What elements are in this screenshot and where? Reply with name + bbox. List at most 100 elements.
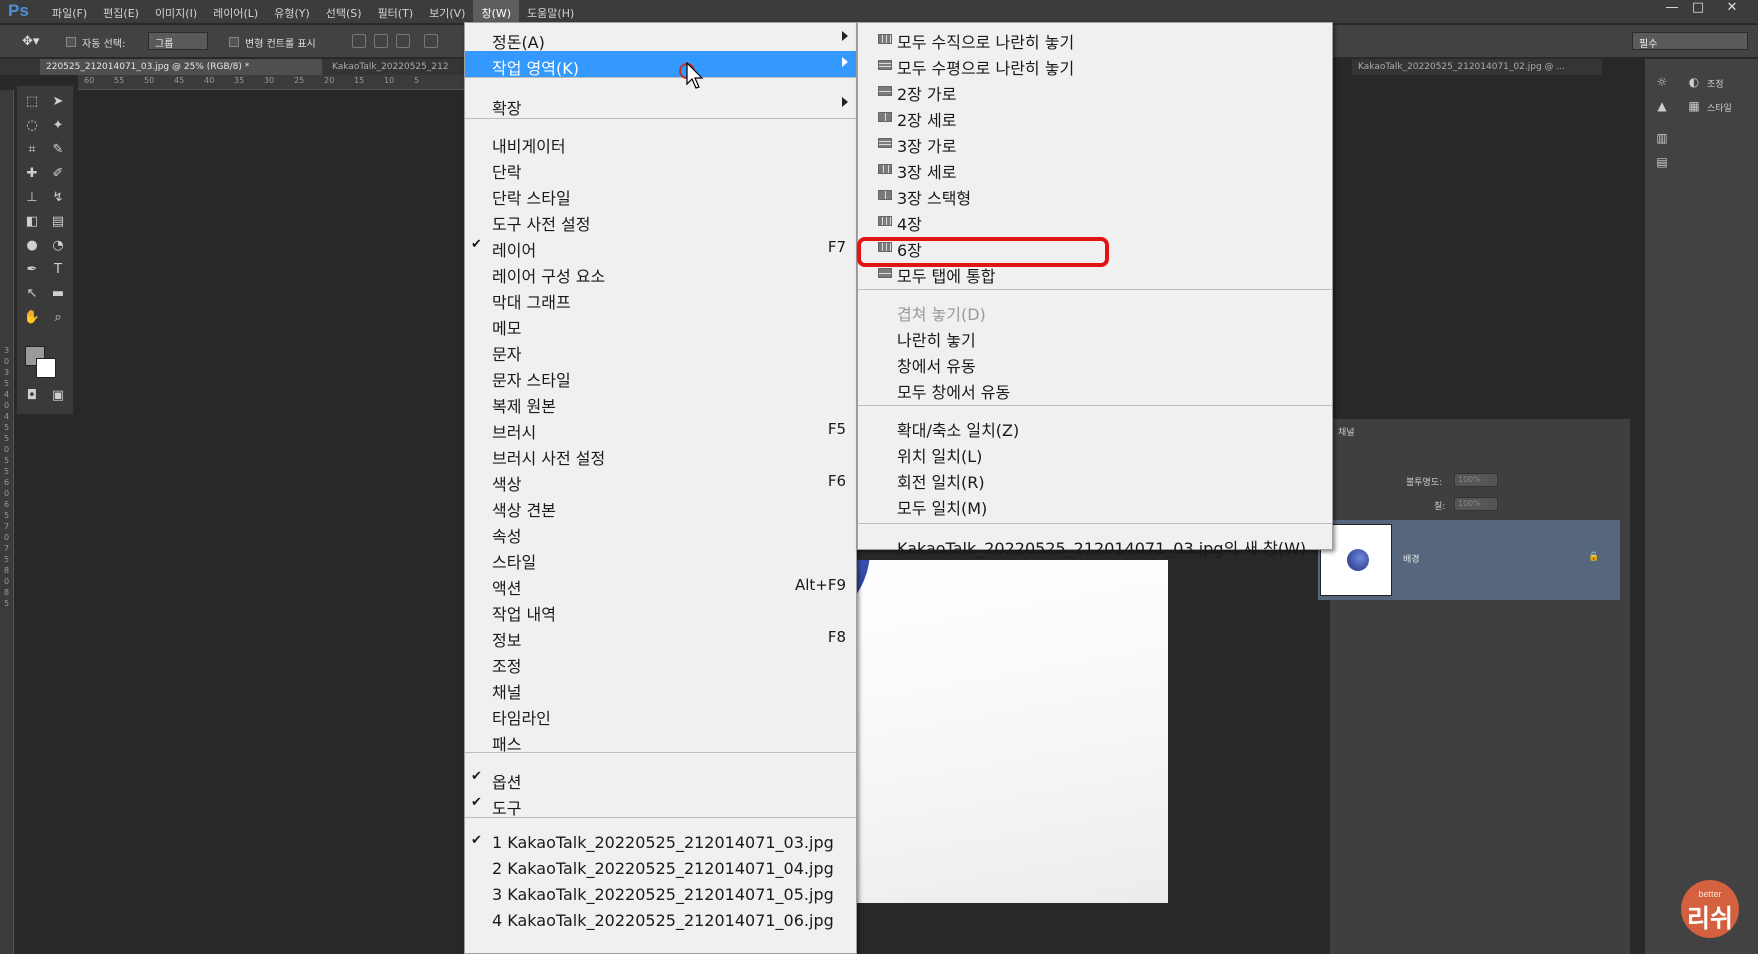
dodge-tool-icon[interactable]: ◔ [47,236,69,256]
style-label[interactable]: 스타일 [1707,101,1732,114]
window-menu-item[interactable]: 액션 Alt+F9 [465,571,856,598]
arrange-menu-item[interactable]: 위치 일치(L) [858,439,1332,466]
arrange-menu-item[interactable]: 2장 세로 [858,103,1332,130]
window-menu-item[interactable]: 스타일 [465,545,856,572]
arrange-menu-item[interactable]: KakaoTalk_20220525_212014071_03.jpg의 새 창… [858,531,1332,558]
fill-input[interactable]: 100% [1454,497,1498,511]
window-menu-item[interactable]: 레이어 구성 요소 [465,259,856,286]
window-menu-item[interactable]: 복제 원본 [465,389,856,416]
menubar-item[interactable]: 보기(V) [421,0,473,24]
screen-mode-icon[interactable]: ▣ [47,386,69,406]
window-menu-item[interactable]: 3 KakaoTalk_20220525_212014071_05.jpg [465,881,856,908]
crop-tool-icon[interactable]: ⌗ [21,140,43,160]
doc-tab-right[interactable]: KakaoTalk_20220525_212014071_02.jpg @ ..… [1352,59,1602,75]
type-tool-icon[interactable]: T [47,260,69,280]
window-menu-item[interactable]: 확장 [465,91,856,118]
doc-tab-active[interactable]: 220525_212014071_03.jpg @ 25% (RGB/8) * [40,59,322,75]
window-menu-item[interactable]: 조정 [465,649,856,676]
window-menu-item[interactable]: 타임라인 [465,701,856,728]
arrange-menu-item[interactable]: 회전 일치(R) [858,465,1332,492]
menubar-item[interactable]: 창(W) [473,0,520,24]
window-menu-item[interactable]: 문자 스타일 [465,363,856,390]
arrange-menu-item[interactable]: 4장 [858,207,1332,234]
arrange-menu-item[interactable]: 3장 스택형 [858,181,1332,208]
adjust-panel-icon[interactable]: ☼ [1655,75,1669,89]
pen-tool-icon[interactable]: ✒ [21,260,43,280]
align-top-icon[interactable] [352,34,366,48]
menubar-item[interactable]: 편집(E) [95,0,147,24]
styles-icon[interactable]: ▦ [1687,99,1701,113]
align-middle-icon[interactable] [374,34,388,48]
menubar-item[interactable]: 도움말(H) [519,0,582,24]
shape-tool-icon[interactable]: ▬ [47,284,69,304]
window-menu-item[interactable]: 막대 그래프 [465,285,856,312]
window-menu-item[interactable]: 정보 F8 [465,623,856,650]
blur-tool-icon[interactable]: ● [21,236,43,256]
transform-checkbox[interactable] [229,37,239,47]
close-button[interactable]: ✕ [1720,0,1744,18]
gradient-tool-icon[interactable]: ▤ [47,212,69,232]
move-tool-icon[interactable]: ✥▾ [22,34,39,49]
window-menu-item[interactable]: 내비게이터 [465,129,856,156]
background-color-swatch[interactable] [36,358,56,378]
workspace-dropdown[interactable]: 필수 [1632,32,1748,50]
window-menu-item[interactable]: 채널 [465,675,856,702]
eyedropper-icon[interactable]: ✎ [47,140,69,160]
history-brush-icon[interactable]: ↯ [47,188,69,208]
align-left-icon[interactable] [424,34,438,48]
window-menu-item[interactable]: 2 KakaoTalk_20220525_212014071_04.jpg [465,855,856,882]
window-menu-item[interactable]: 속성 [465,519,856,546]
window-menu-item[interactable]: 문자 [465,337,856,364]
path-select-icon[interactable]: ↖ [21,284,43,304]
hand-tool-icon[interactable]: ✋ [21,308,43,328]
lasso-tool-icon[interactable]: ◌ [21,116,43,136]
eraser-tool-icon[interactable]: ◧ [21,212,43,232]
histogram-panel-icon[interactable]: ▲ [1655,99,1669,113]
notes-panel-icon[interactable]: ▤ [1655,155,1669,169]
healing-brush-icon[interactable]: ✚ [21,164,43,184]
channel-tab[interactable]: 채널 [1338,425,1355,438]
minimize-button[interactable]: — [1660,0,1684,18]
window-menu-item[interactable]: ✔ 1 KakaoTalk_20220525_212014071_03.jpg [465,829,856,856]
window-menu-item[interactable]: 4 KakaoTalk_20220525_212014071_06.jpg [465,907,856,934]
arrange-menu-item[interactable]: 모두 수직으로 나란히 놓기 [858,25,1332,52]
arrange-menu-item[interactable]: 모두 일치(M) [858,491,1332,518]
window-menu-item[interactable]: 색상 F6 [465,467,856,494]
brush-tool-icon[interactable]: ✐ [47,164,69,184]
window-menu-item[interactable]: 색상 견본 [465,493,856,520]
window-menu-item[interactable]: 브러시 F5 [465,415,856,442]
menubar-item[interactable]: 선택(S) [318,0,370,24]
arrange-menu-item[interactable]: 모두 창에서 유동 [858,375,1332,402]
window-menu-item[interactable]: ✔ 도구 [465,791,856,818]
menubar-item[interactable]: 파일(F) [44,0,95,24]
menubar-item[interactable]: 레이어(L) [205,0,266,24]
doc-tab-2[interactable]: KakaoTalk_20220525_212 [326,59,466,75]
maximize-button[interactable]: □ [1686,0,1710,18]
info-panel-icon[interactable]: ▥ [1655,131,1669,145]
window-menu-item[interactable]: 정돈(A) [465,25,856,52]
auto-select-checkbox[interactable] [66,37,76,47]
arrange-menu-item[interactable]: 확대/축소 일치(Z) [858,413,1332,440]
arrange-menu-item[interactable]: 모두 수평으로 나란히 놓기 [858,51,1332,78]
zoom-tool-icon[interactable]: ⌕ [47,308,69,328]
stamp-tool-icon[interactable]: ⊥ [21,188,43,208]
menubar-item[interactable]: 유형(Y) [266,0,318,24]
menubar-item[interactable]: 이미지(I) [147,0,205,24]
window-menu-item[interactable]: 패스 [465,727,856,754]
adjustments-icon[interactable]: ◐ [1687,75,1701,89]
arrange-menu-item[interactable]: 3장 세로 [858,155,1332,182]
window-menu-item[interactable]: 작업 내역 [465,597,856,624]
auto-select-dropdown[interactable]: 그룹 [148,32,208,50]
window-menu-item[interactable]: ✔ 레이어 F7 [465,233,856,260]
arrange-menu-item[interactable]: 3장 가로 [858,129,1332,156]
move-tool-icon[interactable]: ➤ [47,92,69,112]
window-menu-item[interactable]: 단락 [465,155,856,182]
window-menu-item[interactable]: 브러시 사전 설정 [465,441,856,468]
arrange-menu-item[interactable]: 창에서 유동 [858,349,1332,376]
magic-wand-icon[interactable]: ✦ [47,116,69,136]
window-menu-item[interactable]: ✔ 옵션 [465,765,856,792]
window-menu-item[interactable]: 도구 사전 설정 [465,207,856,234]
quick-mask-icon[interactable]: ◘ [21,386,43,406]
arrange-menu-item[interactable]: 2장 가로 [858,77,1332,104]
opacity-input[interactable]: 100% [1454,473,1498,487]
